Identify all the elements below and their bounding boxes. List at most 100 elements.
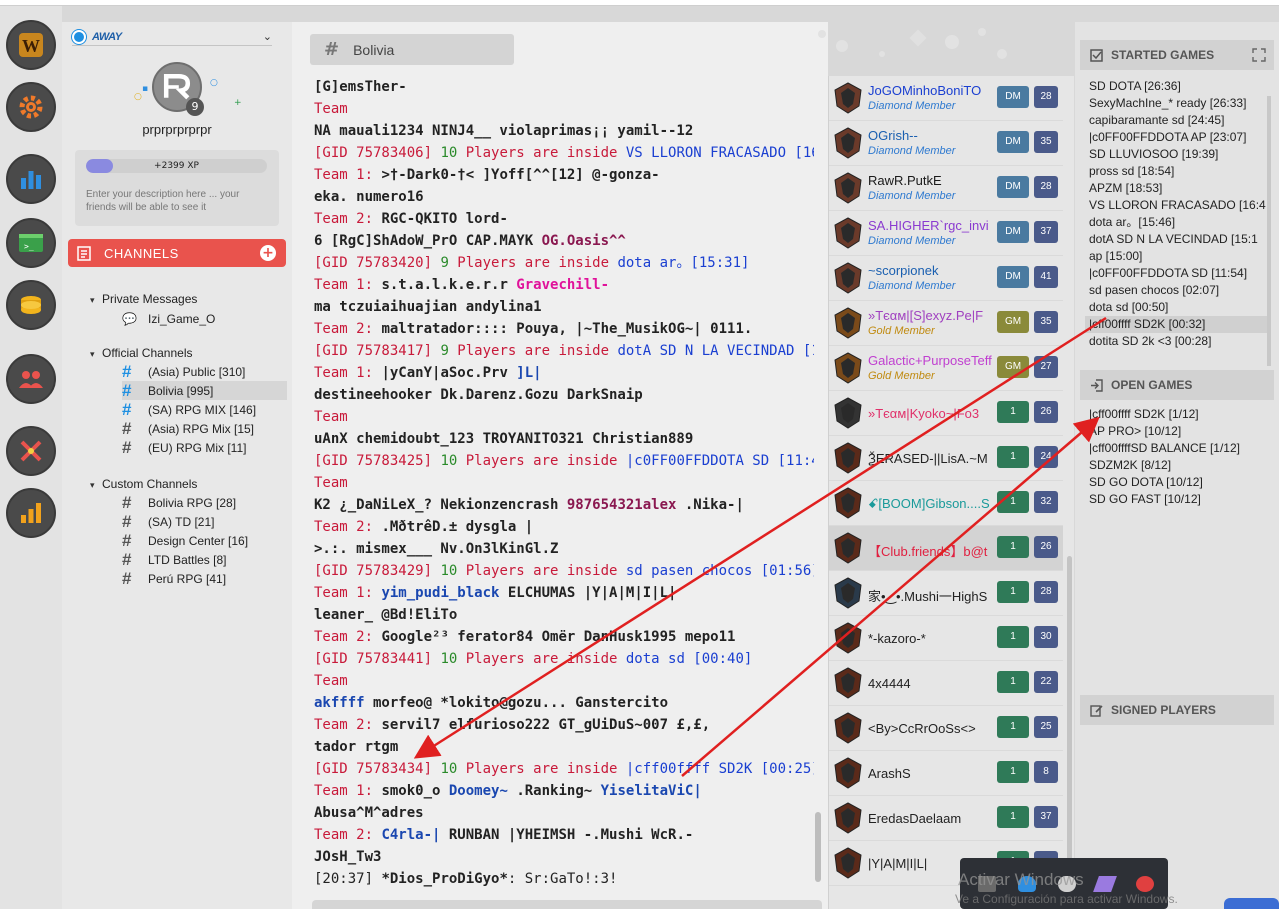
console-icon[interactable]: >_ (6, 218, 56, 268)
channel-item[interactable]: 💬 Izi_Game_O (122, 309, 287, 328)
coins-icon[interactable] (6, 280, 56, 330)
user-row[interactable]: 4x4444 1 22 (829, 661, 1063, 706)
user-row[interactable]: JoGOMinhoBoniTO Diamond Member DM 28 (829, 76, 1063, 121)
channel-item[interactable]: # LTD Battles [8] (122, 550, 287, 569)
chat-segment[interactable]: dota ar。[15:31] (617, 255, 749, 271)
user-row[interactable]: OGrish-- Diamond Member DM 35 (829, 121, 1063, 166)
chat-segment: Team (314, 101, 348, 117)
ladder-chart-icon[interactable] (6, 488, 56, 538)
game-item[interactable]: dotita SD 2k <3 [00:28] (1089, 333, 1269, 350)
game-item[interactable]: pross sd [18:54] (1089, 163, 1269, 180)
chat-input[interactable] (312, 900, 822, 909)
chat-line: Abusa^M^adres (314, 802, 814, 824)
game-item[interactable]: SexyMachIne_* ready [26:33] (1089, 95, 1269, 112)
group-official-channels[interactable]: ▾ Official Channels (90, 346, 193, 360)
user-row[interactable]: 【Club.friends】b@t 1 26 (829, 526, 1063, 571)
game-item[interactable]: VS LLORON FRACASADO [16:4 (1089, 197, 1269, 214)
chat-segment: K2 ¿_DaNiLeX_? Nekionzencrash (314, 497, 567, 513)
chat-scrollbar[interactable] (815, 812, 821, 882)
group-private-messages[interactable]: ▾ Private Messages (90, 292, 197, 306)
channel-item[interactable]: # (Asia) Public [310] (122, 362, 287, 381)
chat-segment: 10 (440, 453, 458, 469)
stats-chart-icon[interactable] (6, 154, 56, 204)
game-item[interactable]: ap [15:00] (1089, 248, 1269, 265)
description-field[interactable]: Enter your description here ... your fri… (86, 188, 271, 214)
user-role: Gold Member (868, 370, 935, 382)
game-item[interactable]: SD DOTA [26:36] (1089, 78, 1269, 95)
user-level-badge: 41 (1034, 266, 1058, 288)
hash-icon: # (122, 568, 132, 588)
user-row[interactable]: *-kazoro-* 1 30 (829, 616, 1063, 661)
app-tray-icon[interactable] (1136, 876, 1154, 892)
chat-segment[interactable]: |c0FF00FFDDOTA SD [11:42] (626, 453, 814, 469)
game-item[interactable]: |cff00ffff SD2K [1/12] (1089, 406, 1269, 423)
chat-segment[interactable]: sd pasen chocos [01:56] (626, 563, 814, 579)
feather-icon[interactable] (1093, 876, 1117, 892)
game-item[interactable]: dota ar。[15:46] (1089, 214, 1269, 231)
game-item[interactable]: SD LLUVIOSOO [19:39] (1089, 146, 1269, 163)
status-selector[interactable]: AWAY ⌄ (72, 28, 272, 46)
channel-item[interactable]: # Design Center [16] (122, 531, 287, 550)
user-row[interactable]: ѮERASED-||LisA.~M 1 24 (829, 436, 1063, 481)
chat-segment[interactable]: dota sd [00:40] (626, 651, 752, 667)
chat-segment[interactable]: VS LLORON FRACASADO [16:29] (626, 145, 814, 161)
user-list-scrollbar[interactable] (1067, 556, 1072, 896)
gear-icon[interactable] (6, 82, 56, 132)
channel-item[interactable]: # (SA) RPG MIX [146] (122, 400, 287, 419)
user-rank-badge: 1 (997, 491, 1029, 513)
channel-item[interactable]: # (EU) RPG Mix [11] (122, 438, 287, 457)
channel-item[interactable]: # (SA) TD [21] (122, 512, 287, 531)
user-row[interactable]: ꗃ[BOOM]Gibson....S 1 32 (829, 481, 1063, 526)
game-item[interactable]: |c0FF00FFDDOTA AP [23:07] (1089, 129, 1269, 146)
chat-line: tador rtgm (314, 736, 814, 758)
users-icon[interactable] (6, 354, 56, 404)
user-row[interactable]: »Tєαм|Kyoko~|Fo3 1 26 (829, 391, 1063, 436)
channel-item-active[interactable]: # Bolivia [995] (122, 381, 287, 400)
user-row[interactable]: ~scorpionek Diamond Member DM 41 (829, 256, 1063, 301)
activate-windows-title: Activar Windows (958, 870, 1084, 889)
channel-item[interactable]: # Bolivia RPG [28] (122, 493, 287, 512)
started-games-scrollbar[interactable] (1267, 96, 1271, 366)
game-item[interactable]: sd pasen chocos [02:07] (1089, 282, 1269, 299)
bottom-action-button[interactable] (1224, 898, 1279, 909)
group-custom-channels[interactable]: ▾ Custom Channels (90, 477, 197, 491)
user-level-badge: 24 (1034, 446, 1058, 468)
warcraft-logo-icon[interactable]: W (6, 20, 56, 70)
game-item[interactable]: SD GO DOTA [10/12] (1089, 474, 1269, 491)
expand-icon[interactable] (1252, 48, 1266, 62)
game-item[interactable]: dota sd [00:50] (1089, 299, 1269, 316)
user-row[interactable]: Galactic+PurposeTeff Gold Member GM 27 (829, 346, 1063, 391)
game-item[interactable]: |cff00ffffSD BALANCE [1/12] (1089, 440, 1269, 457)
game-item[interactable]: AP PRO> [10/12] (1089, 423, 1269, 440)
add-channel-button[interactable]: + (260, 245, 276, 261)
xp-card: +2399 XP Enter your description here ...… (75, 150, 279, 226)
chat-line: destineehooker Dk.Darenz.Gozu DarkSnaip (314, 384, 814, 406)
chat-segment: 10 (440, 761, 458, 777)
chat-segment[interactable]: |cff00ffff SD2K [00:25] (626, 761, 814, 777)
user-row[interactable]: EredasDaelaam 1 37 (829, 796, 1063, 841)
user-rank-badge: DM (997, 131, 1029, 153)
user-row[interactable]: <By>CcRrOoSs<> 1 25 (829, 706, 1063, 751)
chat-line: Team 2: .MðtrêD.± dysgla | (314, 516, 814, 538)
game-item[interactable]: APZM [18:53] (1089, 180, 1269, 197)
user-row[interactable]: ArashS 1 8 (829, 751, 1063, 796)
chat-segment: NA mauali1234 NINJ4__ violaprimas¡¡ yami… (314, 123, 694, 139)
crossed-swords-icon[interactable] (6, 426, 56, 476)
chat-segment[interactable]: dotA SD N LA VECINDAD [15:00] (617, 343, 814, 359)
tab-channel[interactable]: # Bolivia (310, 34, 514, 65)
chevron-down-icon[interactable]: ⌄ (263, 30, 272, 43)
user-row[interactable]: RawR.PutkE Diamond Member DM 28 (829, 166, 1063, 211)
game-item[interactable]: |c0FF00FFDDOTA SD [11:54] (1089, 265, 1269, 282)
user-row[interactable]: »Tєαм|[S]exyz.Pe|F Gold Member GM 35 (829, 301, 1063, 346)
svg-text:W: W (22, 36, 40, 56)
channel-item[interactable]: # (Asia) RPG Mix [15] (122, 419, 287, 438)
user-level-badge: 28 (1034, 176, 1058, 198)
game-item[interactable]: |cff00ffff SD2K [00:32] (1085, 316, 1269, 333)
channel-item[interactable]: # Perú RPG [41] (122, 569, 287, 588)
user-row[interactable]: SA.HIGHER`rgc_invi Diamond Member DM 37 (829, 211, 1063, 256)
game-item[interactable]: SD GO FAST [10/12] (1089, 491, 1269, 508)
game-item[interactable]: capibaramante sd [24:45] (1089, 112, 1269, 129)
game-item[interactable]: dotA SD N LA VECINDAD [15:1 (1089, 231, 1269, 248)
user-row[interactable]: 家•‿•.Mushi一HighS 1 28 (829, 571, 1063, 616)
game-item[interactable]: SDZM2K [8/12] (1089, 457, 1269, 474)
